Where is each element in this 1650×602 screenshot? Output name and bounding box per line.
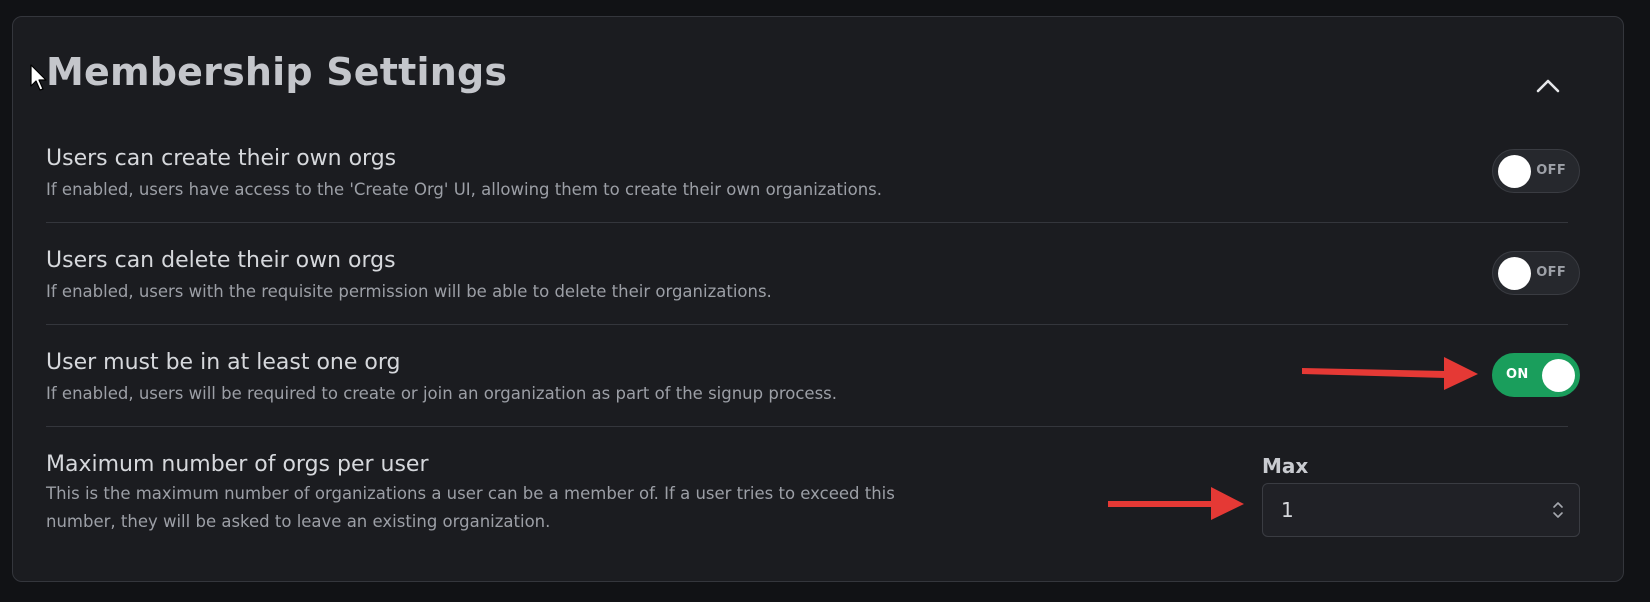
row-divider <box>46 222 1568 223</box>
row-divider <box>46 324 1568 325</box>
chevron-up-icon <box>1536 79 1560 93</box>
setting-row-delete-orgs: Users can delete their own orgs If enabl… <box>46 248 1568 308</box>
delete-orgs-toggle[interactable]: OFF <box>1492 251 1580 295</box>
setting-description: This is the maximum number of organizati… <box>46 484 895 531</box>
toggle-knob <box>1498 155 1531 188</box>
setting-title: Users can delete their own orgs <box>46 248 396 273</box>
max-orgs-input[interactable]: 1 <box>1262 483 1580 537</box>
red-arrow-icon <box>1108 487 1244 520</box>
setting-title: Users can create their own orgs <box>46 146 397 171</box>
setting-title: Maximum number of orgs per user <box>46 452 429 477</box>
section-title: Membership Settings <box>46 50 508 94</box>
setting-description: If enabled, users with the requisite per… <box>46 282 772 301</box>
max-orgs-value: 1 <box>1281 498 1294 522</box>
require-org-toggle[interactable]: ON <box>1492 353 1580 397</box>
setting-row-create-orgs: Users can create their own orgs If enabl… <box>46 146 1568 206</box>
setting-description: If enabled, users will be required to cr… <box>46 384 838 403</box>
red-arrow-icon <box>1302 357 1478 390</box>
toggle-state-label: OFF <box>1536 265 1566 280</box>
max-orgs-label: Max <box>1262 454 1309 478</box>
collapse-button[interactable] <box>1530 68 1566 104</box>
create-orgs-toggle[interactable]: OFF <box>1492 149 1580 193</box>
toggle-state-label: ON <box>1506 367 1529 382</box>
toggle-state-label: OFF <box>1536 163 1566 178</box>
toggle-knob <box>1542 359 1575 392</box>
row-divider <box>46 426 1568 427</box>
setting-description: If enabled, users have access to the 'Cr… <box>46 180 882 199</box>
up-down-chevron-icon[interactable] <box>1551 498 1565 522</box>
setting-title: User must be in at least one org <box>46 350 401 375</box>
toggle-knob <box>1498 257 1531 290</box>
